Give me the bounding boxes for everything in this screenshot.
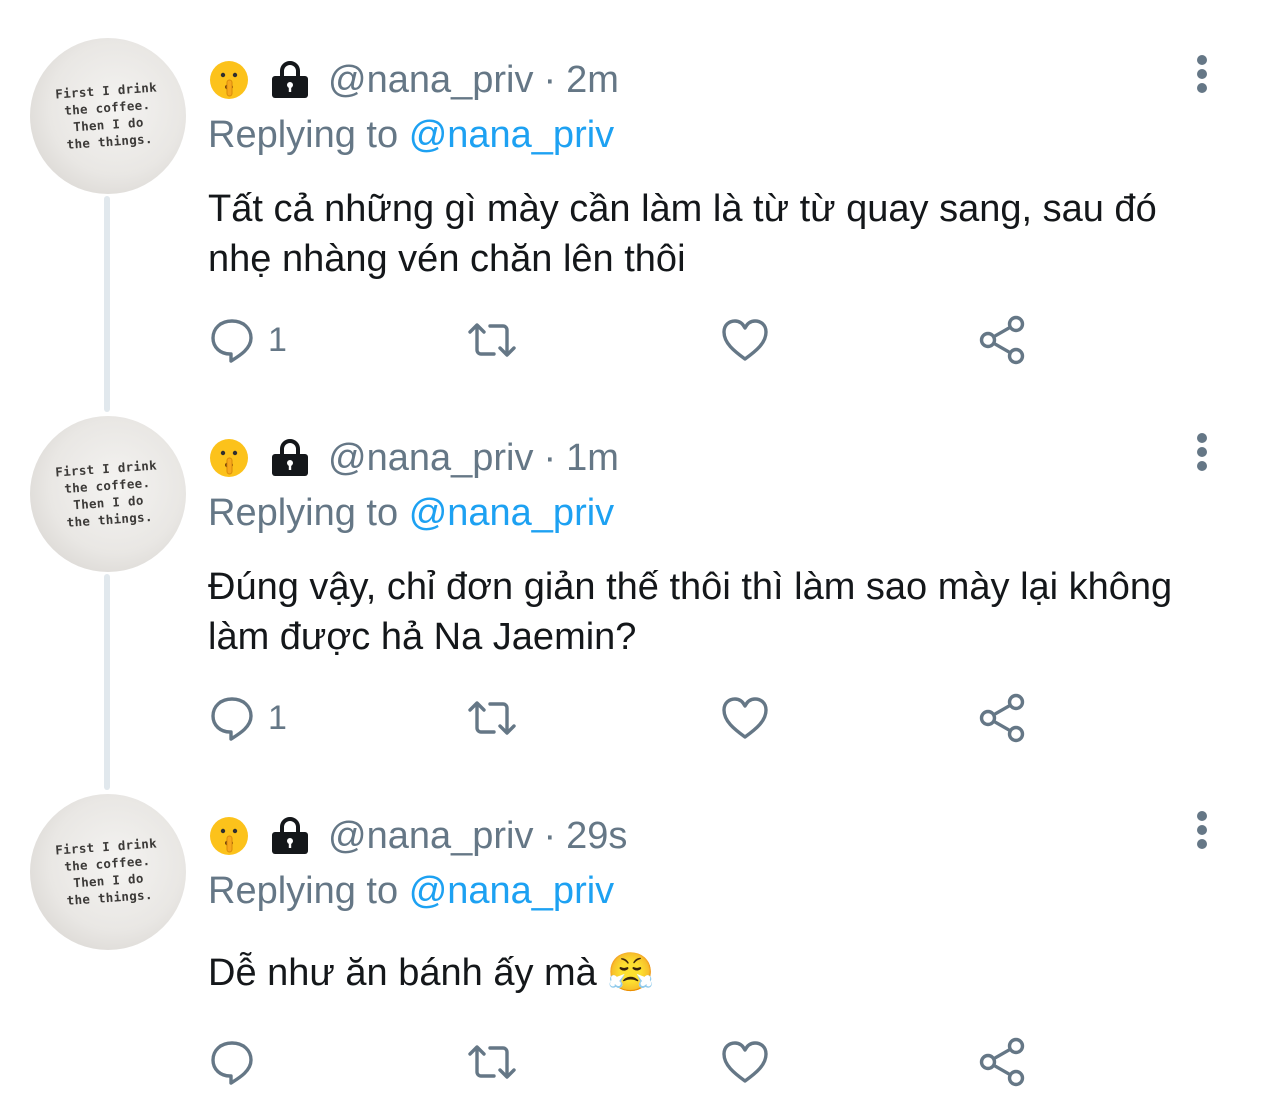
tweet-text: Đúng vậy, chỉ đơn giản thế thôi thì làm … [208,566,1173,658]
replying-to-handle-link[interactable]: @nana_priv [409,870,614,912]
avatar[interactable]: First I drink the coffee. Then I do the … [30,794,186,950]
replying-to-label: Replying to [208,870,399,912]
replying-to-handle-link[interactable]: @nana_priv [409,492,614,534]
avatar[interactable]: First I drink the coffee. Then I do the … [30,38,186,194]
share-button[interactable] [976,312,1028,368]
heart-icon [722,1041,768,1083]
retweet-button[interactable] [464,690,520,746]
tweet-header: @nana_priv · 2m [208,58,619,102]
tweet-action-bar: 1 [208,312,1048,368]
replying-to-handle-link[interactable]: @nana_priv [409,114,614,156]
like-button[interactable] [720,312,770,368]
vertical-ellipsis-icon [1197,55,1207,93]
avatar-caption: First I drink the coffee. Then I do the … [54,79,158,152]
separator-dot: · [543,58,557,101]
tweet-text: Dễ như ăn bánh ấy mà 😤 [208,952,655,994]
tweet-action-bar: 1 [208,690,1048,746]
tweet[interactable]: First I drink the coffee. Then I do the … [0,794,1282,1107]
tweet-header: @nana_priv · 1m [208,436,619,480]
shushing-face-icon [208,815,250,857]
more-options-button[interactable] [1186,432,1218,472]
replying-to-label: Replying to [208,114,399,156]
heart-icon [722,697,768,739]
retweet-arrows-icon [468,701,516,735]
tweet-timestamp[interactable]: 1m [566,437,619,480]
replying-to-label: Replying to [208,492,399,534]
shushing-face-icon [208,59,250,101]
share-nodes-icon [979,315,1025,365]
vertical-ellipsis-icon [1197,433,1207,471]
tweet-header: @nana_priv · 29s [208,814,627,858]
more-options-button[interactable] [1186,54,1218,94]
like-button[interactable] [720,1034,770,1090]
reply-button[interactable] [208,1034,268,1090]
tweet-action-bar [208,1034,1048,1090]
reply-button[interactable]: 1 [208,312,287,368]
lock-icon [268,815,312,857]
author-handle[interactable]: @nana_priv [328,437,533,480]
reply-count: 1 [268,320,287,359]
vertical-ellipsis-icon [1197,811,1207,849]
tweet-timestamp[interactable]: 2m [566,59,619,102]
replying-to-line: Replying to @nana_priv [208,870,614,913]
author-handle[interactable]: @nana_priv [328,59,533,102]
tweet-text: Tất cả những gì mày cần làm là từ từ qua… [208,188,1157,280]
heart-icon [722,319,768,361]
avatar-caption: First I drink the coffee. Then I do the … [54,457,158,530]
shushing-face-icon [208,437,250,479]
share-nodes-icon [979,693,1025,743]
speech-bubble-icon [211,697,253,741]
retweet-arrows-icon [468,1045,516,1079]
tweet[interactable]: First I drink the coffee. Then I do the … [0,416,1282,756]
separator-dot: · [543,814,557,857]
reply-button[interactable]: 1 [208,690,287,746]
speech-bubble-icon [211,319,253,363]
lock-icon [268,59,312,101]
speech-bubble-icon [211,1041,253,1085]
avatar[interactable]: First I drink the coffee. Then I do the … [30,416,186,572]
retweet-button[interactable] [464,1034,520,1090]
replying-to-line: Replying to @nana_priv [208,492,614,535]
retweet-arrows-icon [468,323,516,357]
more-options-button[interactable] [1186,810,1218,850]
retweet-button[interactable] [464,312,520,368]
tweet-timestamp[interactable]: 29s [566,815,627,858]
like-button[interactable] [720,690,770,746]
share-button[interactable] [976,1034,1028,1090]
share-nodes-icon [979,1037,1025,1087]
lock-icon [268,437,312,479]
avatar-caption: First I drink the coffee. Then I do the … [54,835,158,908]
reply-count: 1 [268,698,287,737]
tweet[interactable]: First I drink the coffee. Then I do the … [0,38,1282,378]
share-button[interactable] [976,690,1028,746]
author-handle[interactable]: @nana_priv [328,815,533,858]
separator-dot: · [543,436,557,479]
replying-to-line: Replying to @nana_priv [208,114,614,157]
